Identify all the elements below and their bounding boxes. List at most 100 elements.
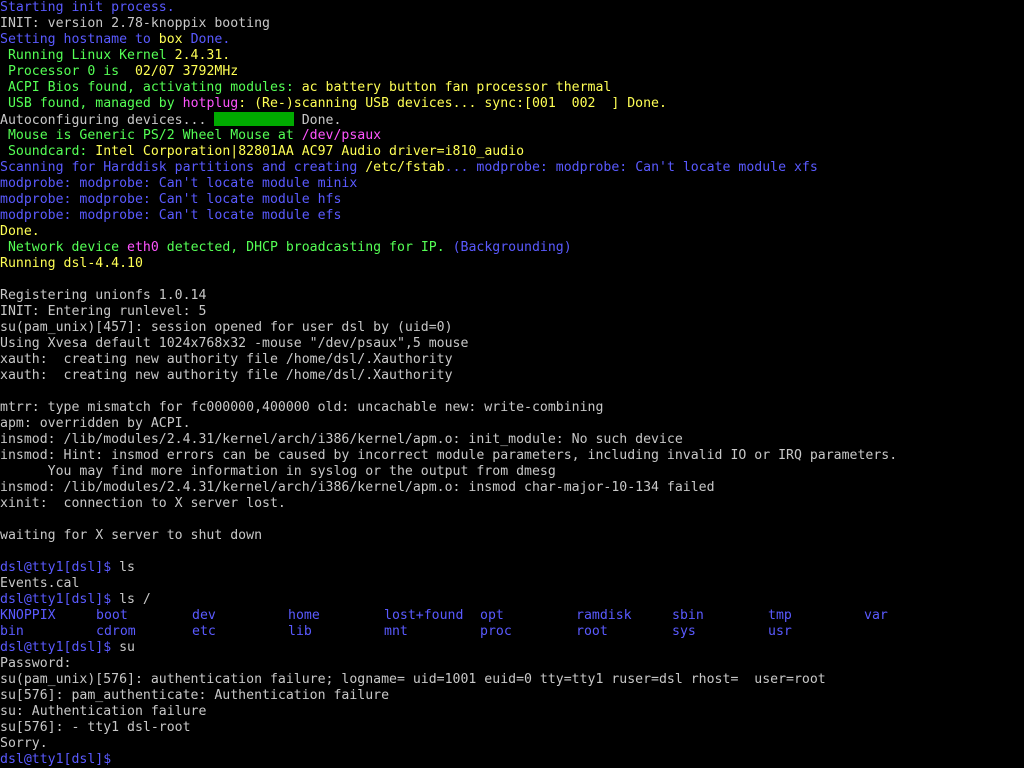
- console-line: Using Xvesa default 1024x768x32 -mouse "…: [0, 336, 1024, 352]
- console-text: modprobe: modprobe: Can't locate module …: [0, 176, 358, 191]
- console-line: xauth: creating new authority file /home…: [0, 352, 1024, 368]
- console-text: You may find more information in syslog …: [0, 464, 556, 479]
- console-text: ac battery button fan processor thermal: [301, 80, 612, 95]
- progress-bar: [214, 112, 294, 126]
- console-line: modprobe: modprobe: Can't locate module …: [0, 208, 1024, 224]
- directory-entry: lost+found: [384, 608, 464, 623]
- console-line: Running Linux Kernel 2.4.31.: [0, 48, 1024, 64]
- console-text: Setting hostname to: [0, 32, 159, 47]
- directory-entry: root: [576, 624, 608, 639]
- directory-entry: mnt: [384, 624, 408, 639]
- console-text: Done.: [0, 224, 40, 239]
- console-screen[interactable]: Starting init process. INIT: version 2.78…: [0, 0, 1024, 768]
- console-line: USB found, managed by hotplug: (Re-)scan…: [0, 96, 1024, 112]
- shell-prompt: dsl@tty1[dsl]$: [0, 752, 112, 767]
- console-line: waiting for X server to shut down: [0, 528, 1024, 544]
- console-line: ACPI Bios found, activating modules: ac …: [0, 80, 1024, 96]
- console-line: su: Authentication failure: [0, 704, 1024, 720]
- console-text: xinit: connection to X server lost.: [0, 496, 286, 511]
- console-line: Events.cal: [0, 576, 1024, 592]
- console-text: (Backgrounding): [452, 240, 572, 255]
- console-text: su[576]: - tty1 dsl-root: [0, 720, 191, 735]
- directory-entry: home: [288, 608, 320, 623]
- directory-entry: ramdisk: [576, 608, 632, 623]
- console-text: xauth: creating new authority file /home…: [0, 352, 453, 367]
- console-text: detected, DHCP broadcasting for IP.: [158, 240, 453, 255]
- console-line: apm: overridden by ACPI.: [0, 416, 1024, 432]
- console-line: insmod: /lib/modules/2.4.31/kernel/arch/…: [0, 432, 1024, 448]
- console-text: modprobe: modprobe: Can't locate module …: [0, 192, 342, 207]
- console-text: Autoconfiguring devices...: [0, 113, 215, 128]
- command-prompt-line[interactable]: dsl@tty1[dsl]$: [0, 752, 1024, 768]
- console-line: You may find more information in syslog …: [0, 464, 1024, 480]
- directory-entry: usr: [768, 624, 792, 639]
- console-text: Registering unionfs 1.0.14: [0, 288, 207, 303]
- console-text: INIT: Entering runlevel: 5: [0, 304, 207, 319]
- console-text: Starting init process.: [0, 0, 175, 15]
- console-text: Processor 0 is: [0, 64, 135, 79]
- console-line: insmod: /lib/modules/2.4.31/kernel/arch/…: [0, 480, 1024, 496]
- console-text: su: Authentication failure: [0, 704, 207, 719]
- console-line: modprobe: modprobe: Can't locate module …: [0, 176, 1024, 192]
- console-line: Network device eth0 detected, DHCP broad…: [0, 240, 1024, 256]
- console-text: ACPI Bios found, activating modules:: [0, 80, 302, 95]
- console-text: waiting for X server to shut down: [0, 528, 263, 543]
- console-text: su: [111, 640, 135, 655]
- console-text: Sorry.: [0, 736, 48, 751]
- console-text: hotplug: [182, 96, 239, 111]
- console-text: /dev/psaux: [301, 128, 382, 143]
- directory-entry: var: [864, 608, 888, 623]
- directory-entry: etc: [192, 624, 216, 639]
- ls-output-row: bin cdrom etc lib mnt proc root sys usr: [0, 624, 1024, 640]
- directory-entry: tmp: [768, 608, 792, 623]
- console-text: modprobe: modprobe: Can't locate module …: [0, 208, 342, 223]
- console-text: insmod: /lib/modules/2.4.31/kernel/arch/…: [0, 432, 683, 447]
- console-line: dsl@tty1[dsl]$ su: [0, 640, 1024, 656]
- console-line: Starting init process.: [0, 0, 1024, 16]
- console-text: ls: [111, 560, 135, 575]
- console-line: insmod: Hint: insmod errors can be cause…: [0, 448, 1024, 464]
- console-text: : (Re-)scanning USB devices... sync:[001…: [238, 96, 667, 111]
- console-text: Scanning for Harddisk partitions and cre…: [0, 160, 366, 175]
- console-text: Events.cal: [0, 576, 80, 591]
- directory-entry: lib: [288, 624, 312, 639]
- directory-entry: bin: [0, 624, 24, 639]
- shell-prompt: dsl@tty1[dsl]$: [0, 560, 112, 575]
- console-line: Processor 0 is 02/07 3792MHz: [0, 64, 1024, 80]
- console-line: su[576]: pam_authenticate: Authenticatio…: [0, 688, 1024, 704]
- directory-entry: KNOPPIX: [0, 608, 56, 623]
- console-line: su[576]: - tty1 dsl-root: [0, 720, 1024, 736]
- console-line: su(pam_unix)[576]: authentication failur…: [0, 672, 1024, 688]
- console-text: Running Linux Kernel: [0, 48, 175, 63]
- console-text: su(pam_unix)[576]: authentication failur…: [0, 672, 826, 687]
- console-line: Password:: [0, 656, 1024, 672]
- console-text: Intel Corporation|82801AA AC97 Audio dri…: [95, 144, 525, 159]
- console-line: xinit: connection to X server lost.: [0, 496, 1024, 512]
- console-line: modprobe: modprobe: Can't locate module …: [0, 192, 1024, 208]
- console-text: insmod: Hint: insmod errors can be cause…: [0, 448, 898, 463]
- console-line: Scanning for Harddisk partitions and cre…: [0, 160, 1024, 176]
- console-text: Network device: [0, 240, 128, 255]
- console-text: ... modprobe: modprobe: Can't locate mod…: [444, 160, 818, 175]
- console-line: mtrr: type mismatch for fc000000,400000 …: [0, 400, 1024, 416]
- console-text: ls /: [111, 592, 151, 607]
- console-line: su(pam_unix)[457]: session opened for us…: [0, 320, 1024, 336]
- shell-prompt: dsl@tty1[dsl]$: [0, 592, 112, 607]
- console-text: apm: overridden by ACPI.: [0, 416, 191, 431]
- console-text: Mouse is Generic PS/2 Wheel Mouse at: [0, 128, 302, 143]
- console-line: Autoconfiguring devices... Done.: [0, 112, 1024, 128]
- console-text: 2.4.31.: [174, 48, 231, 63]
- console-line: Mouse is Generic PS/2 Wheel Mouse at /de…: [0, 128, 1024, 144]
- console-text: USB found, managed by: [0, 96, 183, 111]
- directory-entry: proc: [480, 624, 512, 639]
- console-text: INIT: version 2.78-knoppix booting: [0, 16, 270, 31]
- directory-entry: boot: [96, 608, 128, 623]
- console-line: Done.: [0, 224, 1024, 240]
- console-text: /etc/fstab: [365, 160, 445, 175]
- console-text: Done.: [293, 113, 342, 128]
- console-text: Using Xvesa default 1024x768x32 -mouse "…: [0, 336, 469, 351]
- directory-entry: sbin: [672, 608, 704, 623]
- console-text: Soundcard:: [0, 144, 96, 159]
